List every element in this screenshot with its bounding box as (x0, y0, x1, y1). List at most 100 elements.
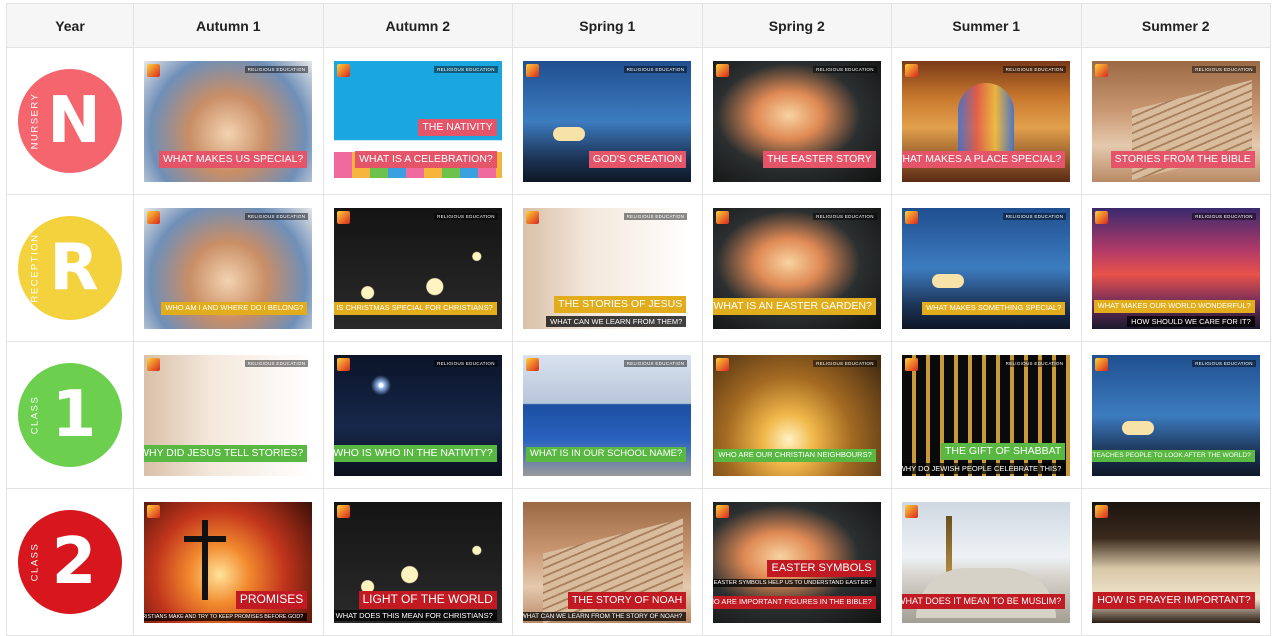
topic-title: WHO AM I AND WHERE DO I BELONG? (161, 301, 308, 315)
topic-subtitle: WHAT CAN WE LEARN FROM THE STORY OF NOAH… (523, 611, 687, 621)
topic-card[interactable]: RELIGIOUS EDUCATION STORIES FROM THE BIB… (1091, 60, 1260, 182)
subject-tag: RELIGIOUS EDUCATION (623, 65, 688, 73)
school-logo-icon (147, 357, 161, 371)
badge-letter: N (47, 84, 101, 158)
badge-letter: 2 (51, 525, 97, 599)
cross-icon (202, 519, 209, 600)
topic-subtitle: WHAT CAN WE LEARN FROM THEM? (546, 315, 687, 327)
school-logo-icon (715, 210, 729, 224)
school-logo-icon (905, 504, 919, 518)
topic-subtitle: WHAT DOES THIS MEAN FOR CHRISTIANS? (333, 609, 497, 621)
topic-extra: WHO ARE IMPORTANT FIGURES IN THE BIBLE? (712, 595, 876, 609)
year-class-2: CLASS 2 (7, 489, 134, 636)
header-autumn-1: Autumn 1 (134, 4, 324, 48)
topic-card[interactable]: RELIGIOUS EDUCATION WHO AM I AND WHERE D… (144, 207, 313, 329)
subject-tag: RELIGIOUS EDUCATION (1192, 65, 1256, 73)
subject-tag: RELIGIOUS EDUCATION (1002, 212, 1067, 220)
subject-tag: RELIGIOUS EDUCATION (813, 359, 877, 367)
school-logo-icon (905, 210, 919, 224)
topic-title: WHAT MAKES SOMETHING SPECIAL? (922, 301, 1066, 315)
year-class-1: CLASS 1 (7, 342, 134, 489)
header-summer-1: Summer 1 (892, 4, 1082, 48)
topic-title: EASTER SYMBOLS (767, 559, 876, 577)
stained-glass-icon (958, 82, 1015, 153)
topic-subtitle: DO EASTER SYMBOLS HELP US TO UNDERSTAND … (712, 578, 876, 587)
subject-tag: RELIGIOUS EDUCATION (244, 359, 309, 367)
topic-title: THE STORY OF NOAH (567, 592, 687, 609)
topic-title: WHAT IS A CELEBRATION? (355, 151, 497, 168)
topic-title: GOD'S CREATION (588, 151, 687, 168)
topic-card[interactable]: WHAT DOES IT MEAN TO BE MUSLIM? (902, 501, 1071, 623)
school-logo-icon (905, 357, 919, 371)
class-2-badge: CLASS 2 (18, 510, 122, 614)
topic-subtitle: WHY DO CHRISTIANS MAKE AND TRY TO KEEP P… (144, 612, 308, 621)
school-logo-icon (147, 504, 161, 518)
topic-card[interactable]: RELIGIOUS EDUCATION WHAT TEACHES PEOPLE … (1091, 354, 1260, 476)
cloud-icon (1121, 420, 1154, 435)
badge-label: CLASS (29, 542, 41, 582)
topic-title: WHAT IS IN OUR SCHOOL NAME? (525, 446, 687, 462)
topic-card[interactable]: RELIGIOUS EDUCATION WHO ARE OUR CHRISTIA… (712, 354, 881, 476)
nursery-badge: NURSERY N (18, 69, 122, 173)
topic-card[interactable]: LIGHT OF THE WORLD WHAT DOES THIS MEAN F… (333, 501, 502, 623)
year-reception: RECEPTION R (7, 195, 134, 342)
school-logo-icon (715, 504, 729, 518)
header-summer-2: Summer 2 (1081, 4, 1271, 48)
header-autumn-2: Autumn 2 (323, 4, 513, 48)
subject-tag: RELIGIOUS EDUCATION (1192, 359, 1256, 367)
topic-card[interactable]: RELIGIOUS EDUCATION THE NATIVITY WHAT IS… (333, 60, 502, 182)
year-nursery: NURSERY N (7, 48, 134, 195)
topic-subtitle: HOW SHOULD WE CARE FOR IT? (1127, 315, 1255, 327)
topic-title: WHAT DOES IT MEAN TO BE MUSLIM? (902, 594, 1066, 609)
subject-tag: RELIGIOUS EDUCATION (623, 359, 688, 367)
badge-label: RECEPTION (29, 233, 41, 303)
school-logo-icon (147, 63, 161, 77)
subject-tag: RELIGIOUS EDUCATION (434, 65, 498, 73)
school-logo-icon (905, 63, 919, 77)
topic-card[interactable]: RELIGIOUS EDUCATION WHO IS WHO IN THE NA… (333, 354, 502, 476)
topic-card[interactable]: RELIGIOUS EDUCATION WHY IS CHRISTMAS SPE… (333, 207, 502, 329)
school-logo-icon (1094, 504, 1108, 518)
topic-card[interactable]: RELIGIOUS EDUCATION GOD'S CREATION (523, 60, 692, 182)
topic-card[interactable]: PROMISES WHY DO CHRISTIANS MAKE AND TRY … (144, 501, 313, 623)
curriculum-table: Year Autumn 1 Autumn 2 Spring 1 Spring 2… (6, 3, 1271, 636)
topic-card[interactable]: RELIGIOUS EDUCATION WHAT MAKES US SPECIA… (144, 60, 313, 182)
topic-title: THE STORIES OF JESUS (554, 296, 687, 313)
school-logo-icon (1094, 357, 1108, 371)
topic-card[interactable]: RELIGIOUS EDUCATION WHAT MAKES A PLACE S… (902, 60, 1071, 182)
school-logo-icon (1094, 210, 1108, 224)
topic-title: WHAT MAKES A PLACE SPECIAL? (902, 151, 1066, 168)
subject-tag: RELIGIOUS EDUCATION (244, 65, 309, 73)
header-year: Year (7, 4, 134, 48)
badge-label: CLASS (29, 395, 41, 435)
topic-card[interactable]: RELIGIOUS EDUCATION THE GIFT OF SHABBAT … (902, 354, 1071, 476)
cloud-icon (932, 273, 965, 288)
topic-card[interactable]: HOW IS PRAYER IMPORTANT? (1091, 501, 1260, 623)
topic-card[interactable]: RELIGIOUS EDUCATION WHAT IS IN OUR SCHOO… (523, 354, 692, 476)
school-logo-icon (336, 357, 350, 371)
school-logo-icon (336, 210, 350, 224)
topic-card[interactable]: RELIGIOUS EDUCATION THE STORIES OF JESUS… (523, 207, 692, 329)
subject-tag: RELIGIOUS EDUCATION (1002, 359, 1067, 367)
topic-card[interactable]: RELIGIOUS EDUCATION WHAT IS AN EASTER GA… (712, 207, 881, 329)
school-logo-icon (336, 63, 350, 77)
badge-letter: 1 (51, 378, 97, 452)
school-logo-icon (526, 63, 540, 77)
topic-card[interactable]: EASTER SYMBOLS DO EASTER SYMBOLS HELP US… (712, 501, 881, 623)
reception-badge: RECEPTION R (18, 216, 122, 320)
topic-title: WHO IS WHO IN THE NATIVITY? (333, 445, 497, 462)
topic-card[interactable]: RELIGIOUS EDUCATION THE EASTER STORY (712, 60, 881, 182)
topic-card[interactable]: RELIGIOUS EDUCATION WHY DID JESUS TELL S… (144, 354, 313, 476)
topic-card[interactable]: RELIGIOUS EDUCATION WHAT MAKES OUR WORLD… (1091, 207, 1260, 329)
subject-tag: RELIGIOUS EDUCATION (813, 65, 877, 73)
topic-card[interactable]: THE STORY OF NOAH WHAT CAN WE LEARN FROM… (523, 501, 692, 623)
subject-tag: RELIGIOUS EDUCATION (623, 212, 688, 220)
topic-title: WHY IS CHRISTMAS SPECIAL FOR CHRISTIANS? (333, 301, 497, 315)
topic-card[interactable]: RELIGIOUS EDUCATION WHAT MAKES SOMETHING… (902, 207, 1071, 329)
school-logo-icon (147, 210, 161, 224)
school-logo-icon (526, 357, 540, 371)
header-spring-2: Spring 2 (702, 4, 892, 48)
topic-title: WHAT TEACHES PEOPLE TO LOOK AFTER THE WO… (1091, 449, 1255, 462)
subject-tag: RELIGIOUS EDUCATION (434, 212, 498, 220)
topic-extra: THE NATIVITY (418, 119, 497, 136)
